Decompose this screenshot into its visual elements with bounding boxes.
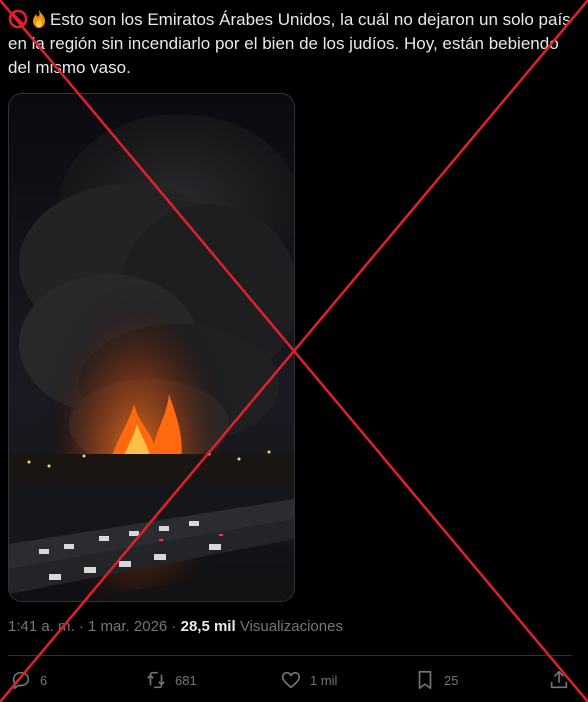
fire-smoke-scene	[9, 94, 294, 601]
repost-count: 681	[175, 672, 197, 688]
tweet-text: Esto son los Emiratos Árabes Unidos, la …	[8, 8, 580, 80]
prohibited-icon	[8, 9, 28, 29]
tweet-body: Esto son los Emiratos Árabes Unidos, la …	[8, 10, 571, 77]
repost-button[interactable]: 681	[145, 667, 197, 693]
bookmark-count: 25	[444, 672, 459, 688]
reply-icon	[12, 671, 30, 690]
bookmark-button[interactable]: 25	[414, 667, 458, 693]
heart-icon	[281, 671, 301, 689]
views-label: Visualizaciones	[239, 618, 343, 635]
bookmark-icon	[418, 670, 432, 690]
reply-button[interactable]: 6	[10, 667, 47, 693]
repost-icon	[147, 671, 165, 689]
like-button[interactable]: 1 mil	[280, 667, 337, 693]
meta-separator: ·	[167, 618, 181, 635]
action-bar: 6 681 1 mil 25	[0, 665, 588, 695]
share-button[interactable]	[548, 667, 578, 693]
share-icon	[550, 670, 568, 689]
tweet-date[interactable]: 1 mar. 2026	[88, 618, 167, 635]
reply-count: 6	[40, 672, 48, 688]
video-thumbnail[interactable]	[8, 93, 295, 602]
tweet-time[interactable]: 1:41 a. m.	[8, 618, 75, 635]
like-count: 1 mil	[310, 672, 338, 688]
divider	[8, 655, 572, 656]
tweet-metadata: 1:41 a. m. · 1 mar. 2026 · 28,5 mil Visu…	[8, 618, 343, 635]
meta-separator: ·	[74, 618, 89, 635]
views-count: 28,5 mil	[180, 618, 236, 635]
fire-icon	[29, 9, 49, 29]
